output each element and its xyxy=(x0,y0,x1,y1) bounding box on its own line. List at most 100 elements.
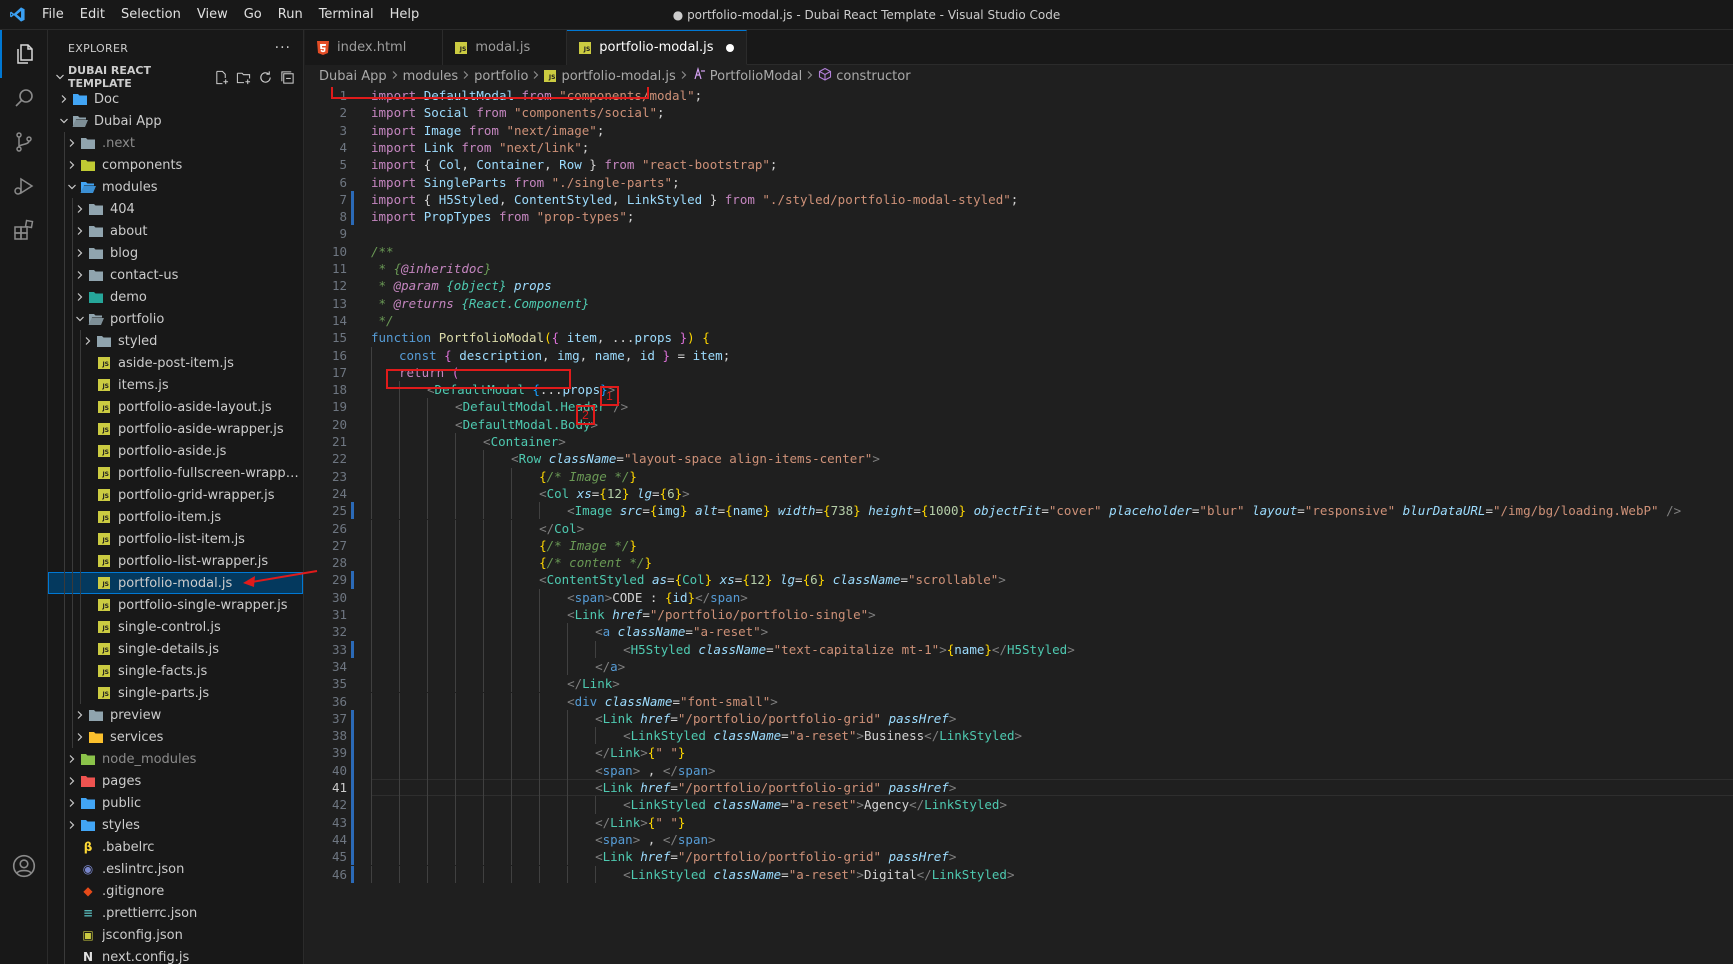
folder-pages[interactable]: pages xyxy=(48,770,303,792)
file-aside-post-item-js[interactable]: JS aside-post-item.js xyxy=(48,352,303,374)
file-single-details-js[interactable]: JS single-details.js xyxy=(48,638,303,660)
menu-file[interactable]: File xyxy=(34,0,72,30)
tab-index-html[interactable]: index.html xyxy=(305,30,444,65)
code-line[interactable]: * {@inheritdoc} xyxy=(371,260,492,277)
folder-blog[interactable]: blog xyxy=(48,242,303,264)
workspace-section-header[interactable]: DUBAI REACT TEMPLATE xyxy=(48,64,303,90)
menu-go[interactable]: Go xyxy=(236,0,270,30)
code-line[interactable]: import Image from "next/image"; xyxy=(371,122,604,139)
file-portfolio-grid-wrapper-js[interactable]: JS portfolio-grid-wrapper.js xyxy=(48,484,303,506)
new-folder-icon[interactable] xyxy=(235,69,251,85)
folder-contact-us[interactable]: contact-us xyxy=(48,264,303,286)
file-portfolio-item-js[interactable]: JS portfolio-item.js xyxy=(48,506,303,528)
code-line[interactable]: const { description, img, name, id } = i… xyxy=(399,347,730,364)
folder-styles[interactable]: styles xyxy=(48,814,303,836)
file-portfolio-list-item-js[interactable]: JS portfolio-list-item.js xyxy=(48,528,303,550)
new-file-icon[interactable] xyxy=(213,69,229,85)
code-line[interactable]: <Row className="layout-space align-items… xyxy=(511,450,880,467)
folder-doc[interactable]: Doc xyxy=(48,88,303,110)
code-line[interactable]: <LinkStyled className="a-reset">Digital<… xyxy=(623,866,1014,883)
code-line[interactable]: <Link href="/portfolio/portfolio-grid" p… xyxy=(595,779,956,796)
file-prettierrc-json[interactable]: ≡ .prettierrc.json xyxy=(48,902,303,924)
code-line[interactable]: * @param {object} props xyxy=(371,277,552,294)
code-line[interactable]: <span> , </span> xyxy=(595,762,715,779)
code-line[interactable]: /** xyxy=(371,243,394,260)
folder-preview[interactable]: preview xyxy=(48,704,303,726)
search-icon[interactable] xyxy=(0,74,48,122)
breadcrumb-item[interactable]: PortfolioModal xyxy=(692,66,802,85)
vscode-logo-icon[interactable] xyxy=(0,0,34,30)
extensions-icon[interactable] xyxy=(0,206,48,254)
code-line[interactable]: import { Col, Container, Row } from "rea… xyxy=(371,156,777,173)
code-line[interactable]: function PortfolioModal({ item, ...props… xyxy=(371,329,710,346)
file-babelrc[interactable]: β .babelrc xyxy=(48,836,303,858)
code-line[interactable]: <div className="font-small"> xyxy=(567,693,778,710)
code-line[interactable]: <LinkStyled className="a-reset">Business… xyxy=(623,727,1022,744)
menu-selection[interactable]: Selection xyxy=(113,0,189,30)
file-portfolio-single-wrapper-js[interactable]: JS portfolio-single-wrapper.js xyxy=(48,594,303,616)
folder-next[interactable]: .next xyxy=(48,132,303,154)
code-line[interactable]: <H5Styled className="text-capitalize mt-… xyxy=(623,641,1075,658)
code-area[interactable]: import DefaultModal from "components/mod… xyxy=(371,87,1733,964)
file-eslintrc-json[interactable]: ◉ .eslintrc.json xyxy=(48,858,303,880)
code-editor[interactable]: 1 2 3 4 5 6 7 8 9 10 11 12 13 14 15 16 17 18 19 20 21 22 23 24 2… xyxy=(305,87,1733,964)
code-line[interactable]: import Social from "components/social"; xyxy=(371,104,665,121)
folder-modules[interactable]: modules xyxy=(48,176,303,198)
menu-view[interactable]: View xyxy=(189,0,236,30)
code-line[interactable]: </Link>{" "} xyxy=(595,744,685,761)
code-line[interactable]: </Link>{" "} xyxy=(595,814,685,831)
code-line[interactable]: <span> , </span> xyxy=(595,831,715,848)
folder-demo[interactable]: demo xyxy=(48,286,303,308)
refresh-icon[interactable] xyxy=(257,69,273,85)
file-portfolio-fullscreen-wrapper-js[interactable]: JS portfolio-fullscreen-wrapper.js xyxy=(48,462,303,484)
menu-terminal[interactable]: Terminal xyxy=(311,0,382,30)
code-line[interactable]: {/* Image */} xyxy=(539,537,637,554)
breadcrumb-item[interactable]: modules xyxy=(403,69,459,84)
breadcrumb-item[interactable]: portfolio xyxy=(474,69,528,84)
folder-portfolio[interactable]: portfolio xyxy=(48,308,303,330)
folder-node-modules[interactable]: node_modules xyxy=(48,748,303,770)
file-next-config-js[interactable]: Nnext.config.js xyxy=(48,946,303,964)
folder-about[interactable]: about xyxy=(48,220,303,242)
code-line[interactable]: import { H5Styled, ContentStyled, LinkSt… xyxy=(371,191,1018,208)
tab-portfolio-modal-js[interactable]: JS portfolio-modal.js xyxy=(567,30,747,65)
code-line[interactable]: <span>CODE : {id}</span> xyxy=(567,589,748,606)
code-line[interactable]: {/* Image */} xyxy=(539,468,637,485)
more-actions-icon[interactable]: ··· xyxy=(275,40,291,56)
file-gitignore[interactable]: ◆ .gitignore xyxy=(48,880,303,902)
file-single-facts-js[interactable]: JS single-facts.js xyxy=(48,660,303,682)
code-line[interactable]: <Link href="/portfolio/portfolio-single"… xyxy=(567,606,876,623)
code-line[interactable]: <a className="a-reset"> xyxy=(595,623,768,640)
breadcrumb-item[interactable]: Dubai App xyxy=(319,69,387,84)
code-line[interactable]: import Link from "next/link"; xyxy=(371,139,589,156)
account-icon[interactable] xyxy=(0,842,48,890)
explorer-icon[interactable] xyxy=(0,30,48,78)
folder-dubai-app[interactable]: Dubai App xyxy=(48,110,303,132)
code-line[interactable]: {/* content */} xyxy=(539,554,652,571)
code-line[interactable]: </a> xyxy=(595,658,625,675)
code-line[interactable]: <Container> xyxy=(483,433,566,450)
file-items-js[interactable]: JS items.js xyxy=(48,374,303,396)
menu-run[interactable]: Run xyxy=(270,0,311,30)
folder-styled[interactable]: styled xyxy=(48,330,303,352)
unsaved-dot-icon[interactable] xyxy=(725,43,734,52)
file-portfolio-aside-wrapper-js[interactable]: JS portfolio-aside-wrapper.js xyxy=(48,418,303,440)
code-line[interactable]: <ContentStyled as={Col} xs={12} lg={6} c… xyxy=(539,571,1006,588)
menu-edit[interactable]: Edit xyxy=(72,0,113,30)
code-line[interactable]: import PropTypes from "prop-types"; xyxy=(371,208,634,225)
code-line[interactable]: </Link> xyxy=(567,675,620,692)
code-line[interactable]: import SingleParts from "./single-parts"… xyxy=(371,174,680,191)
code-line[interactable]: </Col> xyxy=(539,520,584,537)
code-line[interactable]: <Link href="/portfolio/portfolio-grid" p… xyxy=(595,710,956,727)
file-portfolio-aside-js[interactable]: JS portfolio-aside.js xyxy=(48,440,303,462)
menu-help[interactable]: Help xyxy=(382,0,428,30)
collapse-all-icon[interactable] xyxy=(279,69,295,85)
file-portfolio-aside-layout-js[interactable]: JS portfolio-aside-layout.js xyxy=(48,396,303,418)
breadcrumb-item[interactable]: JS portfolio-modal.js xyxy=(544,69,676,84)
breadcrumb-item[interactable]: constructor xyxy=(818,67,911,85)
code-line[interactable]: */ xyxy=(371,312,394,329)
source-control-icon[interactable] xyxy=(0,118,48,166)
file-single-parts-js[interactable]: JS single-parts.js xyxy=(48,682,303,704)
file-single-control-js[interactable]: JS single-control.js xyxy=(48,616,303,638)
file-jsconfig-json[interactable]: ▣ jsconfig.json xyxy=(48,924,303,946)
